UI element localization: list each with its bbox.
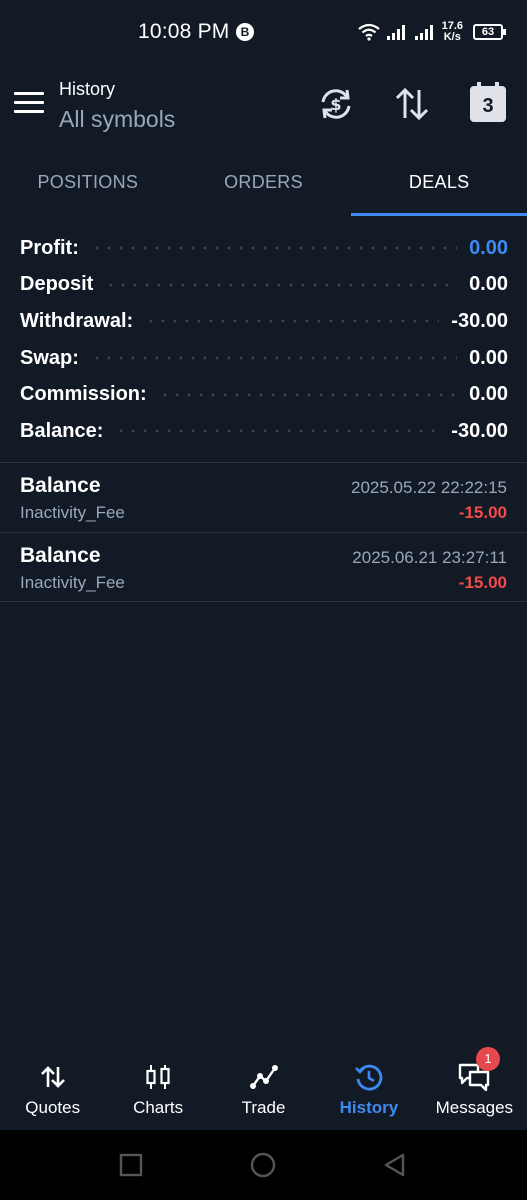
svg-text:$: $ — [330, 95, 341, 114]
nav-trade[interactable]: Trade — [211, 1050, 316, 1130]
deal-amount: -15.00 — [458, 503, 507, 522]
deal-type: Balance — [20, 544, 101, 567]
recents-icon[interactable] — [118, 1152, 144, 1178]
hamburger-icon — [14, 92, 44, 95]
summary-label: Profit: — [20, 236, 79, 259]
quotes-arrows-icon — [40, 1066, 65, 1088]
candlestick-icon — [146, 1065, 170, 1089]
summary-value: -30.00 — [451, 309, 508, 332]
wifi-icon — [357, 23, 380, 41]
home-icon[interactable] — [250, 1152, 276, 1178]
sort-icon[interactable] — [394, 86, 430, 122]
symbol-filter[interactable]: All symbols — [59, 106, 175, 133]
deal-type: Balance — [20, 474, 101, 497]
summary-value: 0.00 — [469, 236, 508, 259]
page-title: History — [59, 79, 116, 99]
deal-time: 2025.06.21 23:27:11 — [352, 548, 507, 567]
summary-row-withdrawal: Withdrawal: -30.00 — [20, 303, 508, 340]
tab-bar: POSITIONS ORDERS DEALS — [0, 150, 527, 216]
network-speed: 17.6 K/s — [442, 21, 463, 43]
app-header: History All symbols $ 3 — [0, 64, 527, 150]
nav-history[interactable]: History — [316, 1050, 421, 1130]
nav-messages[interactable]: Messages — [422, 1050, 527, 1130]
summary-label: Swap: — [20, 346, 79, 369]
status-bar: 10:08 PM B 17.6 K/s 63 — [0, 0, 527, 64]
summary-row-deposit: Deposit 0.00 — [20, 267, 508, 304]
dotted-leader — [158, 392, 458, 397]
deal-time: 2025.05.22 22:22:15 — [351, 478, 507, 497]
deal-comment: Inactivity_Fee — [20, 503, 125, 522]
dotted-leader — [90, 246, 458, 251]
back-icon[interactable] — [382, 1152, 408, 1178]
dotted-leader — [145, 319, 440, 324]
status-indicators: 17.6 K/s 63 — [357, 18, 506, 46]
signal-icon — [414, 25, 433, 40]
deals-summary: Profit: 0.00 Deposit 0.00 Withdrawal: -3… — [20, 230, 508, 450]
app-notification-icon: B — [236, 23, 254, 41]
messages-badge: 1 — [476, 1047, 500, 1071]
nav-label: Charts — [133, 1098, 184, 1117]
battery-icon: 63 — [473, 24, 506, 40]
nav-label: Trade — [241, 1098, 286, 1117]
dotted-leader — [90, 356, 458, 361]
deal-amount: -15.00 — [458, 573, 507, 592]
summary-value: -30.00 — [451, 419, 508, 442]
nav-label: Messages — [435, 1098, 514, 1117]
calendar-icon[interactable]: 3 — [470, 82, 506, 122]
history-clock-icon — [355, 1064, 383, 1091]
nav-label: Quotes — [25, 1098, 81, 1117]
nav-label: History — [339, 1098, 399, 1117]
summary-value: 0.00 — [469, 346, 508, 369]
deal-row[interactable]: Balance Inactivity_Fee 2025.06.21 23:27:… — [0, 532, 527, 602]
deal-row[interactable]: Balance Inactivity_Fee 2025.05.22 22:22:… — [0, 462, 527, 532]
summary-label: Deposit — [20, 273, 94, 296]
status-time: 10:08 PM — [138, 20, 230, 43]
nav-charts[interactable]: Charts — [105, 1050, 210, 1130]
tab-orders[interactable]: ORDERS — [176, 150, 352, 216]
system-navigation-bar — [0, 1130, 527, 1200]
tab-deals[interactable]: DEALS — [351, 150, 527, 216]
summary-row-profit: Profit: 0.00 — [20, 230, 508, 267]
summary-label: Balance: — [20, 419, 104, 442]
summary-value: 0.00 — [469, 273, 508, 296]
summary-value: 0.00 — [469, 383, 508, 406]
summary-label: Commission: — [20, 383, 147, 406]
nav-quotes[interactable]: Quotes — [0, 1050, 105, 1130]
menu-button[interactable] — [14, 92, 44, 116]
bottom-navigation: Quotes Charts Trade History Messages — [0, 1050, 527, 1130]
deal-comment: Inactivity_Fee — [20, 573, 125, 592]
summary-row-swap: Swap: 0.00 — [20, 340, 508, 377]
summary-row-commission: Commission: 0.00 — [20, 376, 508, 413]
trend-line-icon — [249, 1065, 278, 1089]
summary-label: Withdrawal: — [20, 309, 134, 332]
summary-row-balance: Balance: -30.00 — [20, 413, 508, 450]
dotted-leader — [105, 282, 458, 287]
exchange-refresh-icon[interactable]: $ — [318, 86, 354, 122]
network-speed-unit: K/s — [443, 31, 461, 43]
tab-positions[interactable]: POSITIONS — [0, 150, 176, 216]
signal-icon — [386, 25, 405, 40]
dotted-leader — [115, 429, 440, 434]
